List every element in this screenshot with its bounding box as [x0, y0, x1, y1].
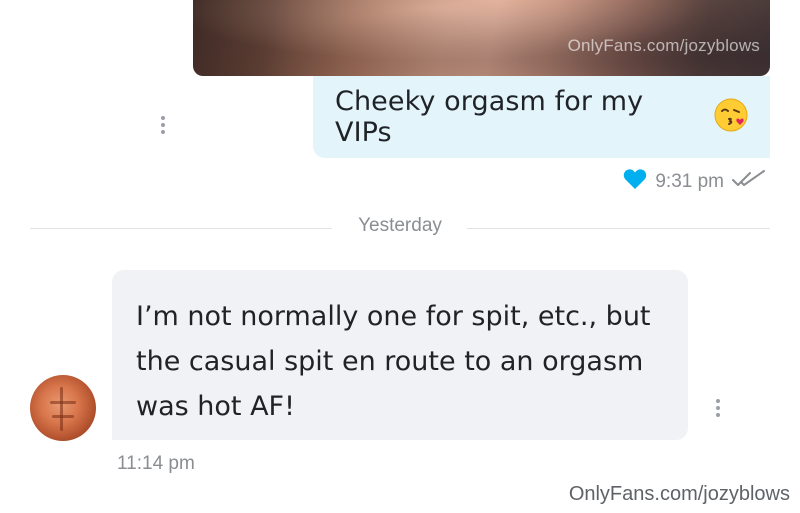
outgoing-message-time: 9:31 pm: [655, 170, 724, 192]
avatar[interactable]: [30, 375, 96, 441]
incoming-message-text: I’m not normally one for spit, etc., but…: [136, 301, 651, 422]
media-watermark: OnlyFans.com/jozyblows: [567, 36, 760, 55]
chat-thread: OnlyFans.com/jozyblows Cheeky orgasm for…: [0, 0, 800, 513]
incoming-message-time: 11:14 pm: [117, 453, 195, 474]
incoming-message-bubble[interactable]: I’m not normally one for spit, etc., but…: [112, 270, 688, 440]
face-blowing-kiss-emoji-icon: [714, 98, 748, 137]
outgoing-message-meta: 9:31 pm: [623, 168, 766, 195]
outgoing-media-image[interactable]: OnlyFans.com/jozyblows: [193, 0, 770, 76]
outgoing-message-text: Cheeky orgasm for my VIPs: [335, 86, 644, 148]
double-check-icon: [732, 169, 766, 194]
incoming-message-options-button[interactable]: [715, 399, 721, 420]
outgoing-message-options-button[interactable]: [160, 116, 166, 137]
watermark: OnlyFans.com/jozyblows: [568, 483, 790, 505]
outgoing-message-bubble[interactable]: Cheeky orgasm for my VIPs: [313, 76, 770, 158]
date-separator-label: Yesterday: [358, 215, 442, 236]
heart-icon[interactable]: [623, 168, 647, 195]
separator-line-right: [467, 228, 770, 229]
separator-line-left: [30, 228, 332, 229]
